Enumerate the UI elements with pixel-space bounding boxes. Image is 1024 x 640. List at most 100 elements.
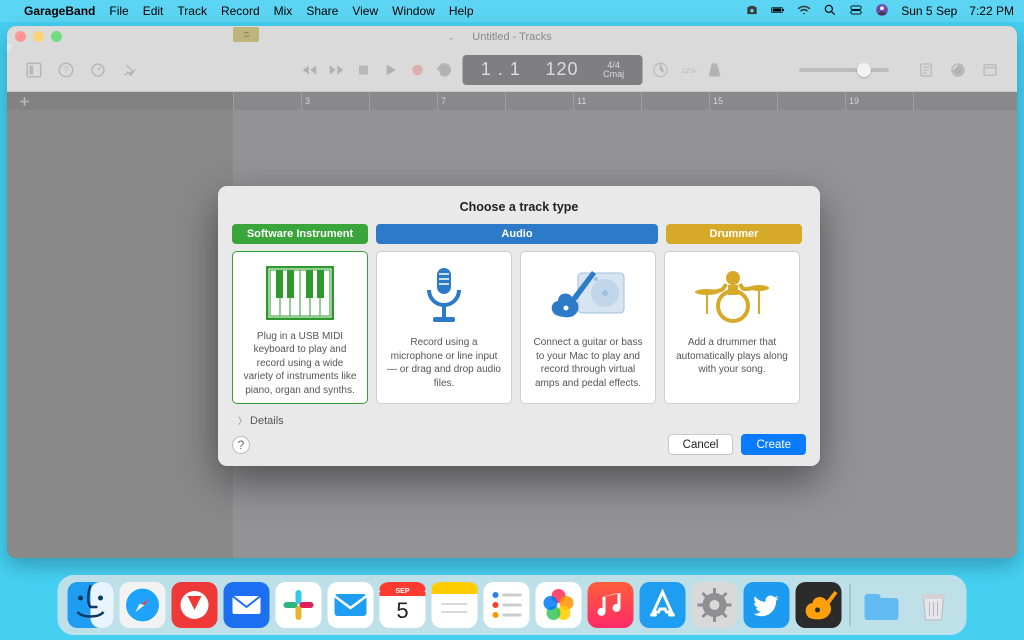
menubar-time[interactable]: 7:22 PM (969, 4, 1014, 18)
dock-app-photos[interactable] (536, 582, 582, 628)
lcd-display[interactable]: 1 . 1 120 4/4Cmaj (463, 55, 643, 85)
stop-icon[interactable] (355, 61, 373, 79)
forward-icon[interactable] (328, 61, 346, 79)
ruler-tick: 7 (437, 92, 505, 110)
svg-text:1234: 1234 (682, 66, 697, 75)
dock-app-appstore[interactable] (640, 582, 686, 628)
menu-edit[interactable]: Edit (143, 4, 164, 18)
menu-share[interactable]: Share (306, 4, 338, 18)
count-in-icon[interactable]: 1234 (679, 61, 697, 79)
dock-app-finder[interactable] (68, 582, 114, 628)
timeline-ruler[interactable]: 1 3 5 7 9 11 13 15 17 19 21 (7, 92, 1017, 110)
guitar-amp-icon (548, 262, 628, 330)
loop-browser-icon[interactable] (949, 61, 967, 79)
dock-app-reminders[interactable] (484, 582, 530, 628)
status-wifi-icon[interactable] (797, 3, 811, 20)
dock-app-vivaldi[interactable] (172, 582, 218, 628)
cancel-button[interactable]: Cancel (668, 434, 734, 455)
lcd-key: Cmaj (603, 69, 624, 79)
ruler-tick: 19 (845, 92, 913, 110)
garageband-toolbar: ? 1 . 1 120 4/4Cmaj 1234 (7, 48, 1017, 92)
dock-app-garageband[interactable] (796, 582, 842, 628)
status-spotlight-icon[interactable] (823, 3, 837, 20)
rewind-icon[interactable] (301, 61, 319, 79)
tab-drummer[interactable]: Drummer (666, 224, 802, 244)
ruler-tick: 9 (505, 92, 573, 110)
window-zoom-button[interactable] (51, 31, 62, 42)
dock-app-settings[interactable] (692, 582, 738, 628)
svg-text:SEP: SEP (395, 588, 409, 595)
ruler-tick: 17 (777, 92, 845, 110)
menu-help[interactable]: Help (449, 4, 474, 18)
card-software-instrument[interactable]: Plug in a USB MIDI keyboard to play and … (232, 251, 368, 404)
ruler-tick: 1 (233, 92, 301, 110)
card-description: Add a drummer that automatically plays a… (673, 336, 791, 377)
dock-downloads[interactable] (859, 582, 905, 628)
smart-controls-icon[interactable] (89, 61, 107, 79)
media-browser-icon[interactable] (981, 61, 999, 79)
status-user-icon[interactable] (875, 3, 889, 20)
window-close-button[interactable] (15, 31, 26, 42)
card-audio-mic[interactable]: Record using a microphone or line input … (376, 251, 512, 404)
ruler-tick: 15 (709, 92, 777, 110)
menubar-app-name[interactable]: GarageBand (24, 4, 95, 18)
piano-keys-icon (266, 262, 334, 324)
dock-separator (850, 584, 851, 626)
tuner-icon[interactable] (652, 61, 670, 79)
svg-text:5: 5 (396, 598, 408, 623)
dock-app-music[interactable] (588, 582, 634, 628)
window-title: Untitled - Tracks (472, 31, 551, 43)
menu-track[interactable]: Track (177, 4, 207, 18)
dock-app-mail[interactable] (328, 582, 374, 628)
dock-app-safari[interactable] (120, 582, 166, 628)
library-icon[interactable] (25, 61, 43, 79)
master-volume-slider[interactable] (799, 68, 889, 72)
menubar-date[interactable]: Sun 5 Sep (901, 4, 957, 18)
menu-mix[interactable]: Mix (274, 4, 293, 18)
playhead-icon[interactable] (7, 44, 13, 52)
ruler-tick: 13 (641, 92, 709, 110)
dock-app-notes[interactable] (432, 582, 478, 628)
card-description: Connect a guitar or bass to your Mac to … (529, 336, 647, 390)
macos-menubar: GarageBand File Edit Track Record Mix Sh… (0, 0, 1024, 22)
tab-audio[interactable]: Audio (376, 224, 658, 244)
dock-app-calendar[interactable]: SEP 5 (380, 582, 426, 628)
record-icon[interactable] (409, 61, 427, 79)
details-disclosure[interactable]: 〉 Details (232, 414, 806, 427)
dock-app-mail-alt[interactable] (224, 582, 270, 628)
window-minimize-button[interactable] (33, 31, 44, 42)
cycle-icon[interactable] (436, 61, 454, 79)
ruler-tick: 5 (369, 92, 437, 110)
menu-file[interactable]: File (109, 4, 128, 18)
status-control-center-icon[interactable] (849, 3, 863, 20)
card-drummer[interactable]: Add a drummer that automatically plays a… (664, 251, 800, 404)
quick-help-icon[interactable]: ? (57, 61, 75, 79)
track-type-tabs: Software Instrument Audio Drummer (232, 224, 806, 244)
track-headers-column (7, 110, 233, 558)
cycle-region-marker[interactable] (233, 27, 259, 42)
lcd-tempo: 120 (545, 59, 578, 80)
menu-view[interactable]: View (352, 4, 378, 18)
dock-app-slack[interactable] (276, 582, 322, 628)
create-button[interactable]: Create (741, 434, 806, 455)
window-titlebar: ⌄ Untitled - Tracks (7, 26, 1017, 48)
menu-record[interactable]: Record (221, 4, 260, 18)
help-button[interactable]: ? (232, 436, 250, 454)
play-icon[interactable] (382, 61, 400, 79)
chevron-right-icon: 〉 (238, 414, 247, 427)
add-track-icon[interactable] (17, 94, 32, 109)
card-audio-guitar[interactable]: Connect a guitar or bass to your Mac to … (520, 251, 656, 404)
status-battery-icon[interactable] (771, 3, 785, 20)
microphone-icon (419, 262, 469, 330)
menu-window[interactable]: Window (392, 4, 435, 18)
tab-software-instrument[interactable]: Software Instrument (232, 224, 368, 244)
dock-app-twitter[interactable] (744, 582, 790, 628)
drummer-icon (693, 262, 771, 330)
macos-dock: SEP 5 (58, 575, 967, 635)
status-camera-icon[interactable] (745, 3, 759, 20)
dock-trash[interactable] (911, 582, 957, 628)
metronome-icon[interactable] (706, 61, 724, 79)
editors-icon[interactable] (121, 61, 139, 79)
notepad-icon[interactable] (917, 61, 935, 79)
lcd-position: 1 . 1 (481, 59, 521, 80)
